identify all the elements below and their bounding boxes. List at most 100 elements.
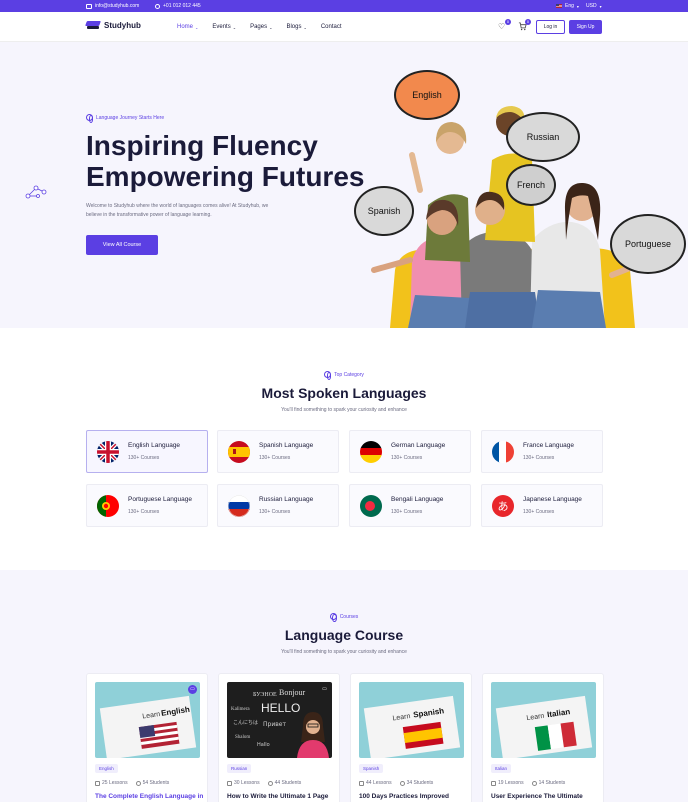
course-meta: 30 Lessons 44 Students <box>227 780 301 786</box>
france-flag-icon <box>492 441 514 463</box>
italian-book-image: Learn Italian <box>491 682 596 758</box>
english-book-image: Learn English <box>95 682 200 758</box>
language-selector-label: Eng <box>565 3 574 9</box>
course-card-italian[interactable]: Learn Italian Italian 19 Lessons 14 Stud… <box>482 673 604 802</box>
login-button[interactable]: Log in <box>536 20 565 34</box>
svg-text:あ: あ <box>498 500 509 513</box>
category-name: France Language <box>523 442 574 449</box>
course-title[interactable]: 100 Days Practices Improved <box>359 793 469 800</box>
hero-title-line-1: Inspiring Fluency <box>86 130 318 161</box>
category-name: Bengali Language <box>391 496 444 503</box>
category-name: Russian Language <box>259 496 314 503</box>
nav-item-label: Home <box>177 24 194 30</box>
speech-bubble-label: Portuguese <box>624 239 672 249</box>
russia-flag-icon <box>228 495 250 517</box>
category-card-russian[interactable]: Russian Language 130+ Courses <box>217 484 339 527</box>
spanish-book-image: Learn Spanish <box>359 682 464 758</box>
category-name: English Language <box>128 442 181 449</box>
contact-phone[interactable]: +01 012 012 445 <box>155 3 201 9</box>
students-count: 54 Students <box>142 780 170 786</box>
bookmark-button[interactable]: ▭ <box>188 685 197 694</box>
chevron-down-icon: ▾ <box>599 3 602 9</box>
nav-item-events[interactable]: Events ⌄ <box>212 24 236 30</box>
nav-item-pages[interactable]: Pages ⌄ <box>250 24 272 30</box>
hero-description-line-1: Welcome to Studyhub where the world of l… <box>86 203 269 209</box>
speech-bubble-label: English <box>412 90 442 100</box>
contact-email-text: info@studyhub.com <box>95 3 140 9</box>
svg-text:Shalom: Shalom <box>235 735 250 740</box>
japanese-character-icon: あ <box>492 495 514 517</box>
currency-selector-label: USD <box>586 3 597 9</box>
course-image: Learn Spanish <box>359 682 464 758</box>
chevron-down-icon: ⌄ <box>195 24 199 30</box>
book-icon <box>359 780 364 786</box>
lessons-count: 30 Lessons <box>234 780 260 786</box>
lessons-count: 19 Lessons <box>498 780 524 786</box>
category-card-portuguese[interactable]: Portuguese Language 130+ Courses <box>86 484 208 527</box>
view-all-course-button[interactable]: View All Course <box>86 235 158 255</box>
category-card-france[interactable]: France Language 130+ Courses <box>481 430 603 473</box>
course-title[interactable]: User Experience The Ultimate <box>491 793 601 800</box>
brand-logo[interactable]: Studyhub <box>86 21 141 30</box>
users-icon <box>399 780 405 786</box>
speech-bubble-french: French <box>506 164 556 206</box>
language-selector[interactable]: Eng ▾ <box>556 3 579 9</box>
course-card-english[interactable]: Learn English ▭ English 25 Lessons 54 St… <box>86 673 208 802</box>
chevron-down-icon: ⌄ <box>232 24 237 30</box>
course-tag[interactable]: Italian <box>491 764 512 773</box>
category-card-bengali[interactable]: Bengali Language 130+ Courses <box>349 484 471 527</box>
hero-eyebrow: Language Journey Starts Here <box>86 114 164 123</box>
course-image: Learn Italian <box>491 682 596 758</box>
chalkboard-girl-image: БУЭНОЕ Bonjour HELLO Kalimera こんにちは Прив… <box>227 682 332 758</box>
course-meta: 19 Lessons 14 Students <box>491 780 565 786</box>
lessons-info: 44 Lessons <box>359 780 392 786</box>
globe-icon <box>86 114 93 123</box>
category-name: Japanese Language <box>523 496 582 503</box>
bookmark-icon: ▭ <box>322 686 327 692</box>
category-card-spanish[interactable]: Spanish Language 130+ Courses <box>217 430 339 473</box>
wishlist-count-badge: 0 <box>505 19 511 25</box>
mail-icon <box>86 3 92 9</box>
nav-item-label: Events <box>212 24 231 30</box>
main-navbar: Studyhub Home ⌄ Events ⌄ Pages ⌄ Blogs ⌄… <box>0 12 688 42</box>
users-icon <box>135 780 141 786</box>
nav-item-label: Pages <box>250 24 268 30</box>
lessons-info: 30 Lessons <box>227 780 260 786</box>
signup-button[interactable]: Sign Up <box>569 20 602 34</box>
svg-text:Hallo: Hallo <box>257 742 270 748</box>
nav-item-blogs[interactable]: Blogs ⌄ <box>286 24 306 30</box>
nav-menu: Home ⌄ Events ⌄ Pages ⌄ Blogs ⌄ Contact <box>177 24 342 30</box>
students-info: 54 Students <box>135 780 170 786</box>
nav-item-label: Blogs <box>286 24 302 30</box>
students-count: 44 Students <box>274 780 302 786</box>
brand-name: Studyhub <box>104 21 141 30</box>
users-icon <box>531 780 537 786</box>
course-image: Learn English <box>95 682 200 758</box>
course-title[interactable]: The Complete English Language in <box>95 793 205 800</box>
nav-item-contact[interactable]: Contact <box>321 24 342 30</box>
category-card-english[interactable]: English Language 130+ Courses <box>86 430 208 473</box>
course-tag[interactable]: Russian <box>227 764 252 773</box>
germany-flag-icon <box>360 441 382 463</box>
category-subtitle: You'll find something to spark your curi… <box>281 407 407 413</box>
book-icon <box>491 780 496 786</box>
cart-button[interactable]: 0 <box>518 19 531 32</box>
speech-bubble-english: English <box>394 70 460 120</box>
speech-bubble-russian: Russian <box>506 112 580 162</box>
wishlist-button[interactable]: ♡ 0 <box>498 19 511 32</box>
course-tag[interactable]: English <box>95 764 118 773</box>
category-card-japanese[interactable]: あ Japanese Language 130+ Courses <box>481 484 603 527</box>
contact-email[interactable]: info@studyhub.com <box>86 3 139 9</box>
course-meta: 44 Lessons 34 Students <box>359 780 433 786</box>
course-tag[interactable]: Spanish <box>359 764 384 773</box>
category-card-german[interactable]: German Language 130+ Courses <box>349 430 471 473</box>
course-card-spanish[interactable]: Learn Spanish Spanish 44 Lessons 34 Stud… <box>350 673 472 802</box>
lessons-info: 19 Lessons <box>491 780 524 786</box>
course-title[interactable]: How to Write the Ultimate 1 Page <box>227 793 337 800</box>
course-card-russian[interactable]: БУЭНОЕ Bonjour HELLO Kalimera こんにちは Прив… <box>218 673 340 802</box>
bookmark-button[interactable]: ▭ <box>320 685 329 694</box>
nav-item-home[interactable]: Home ⌄ <box>177 24 198 30</box>
category-count: 130+ Courses <box>523 455 555 461</box>
currency-selector[interactable]: USD ▾ <box>586 3 602 9</box>
top-category-section: Top Category Most Spoken Languages You'l… <box>0 328 688 570</box>
